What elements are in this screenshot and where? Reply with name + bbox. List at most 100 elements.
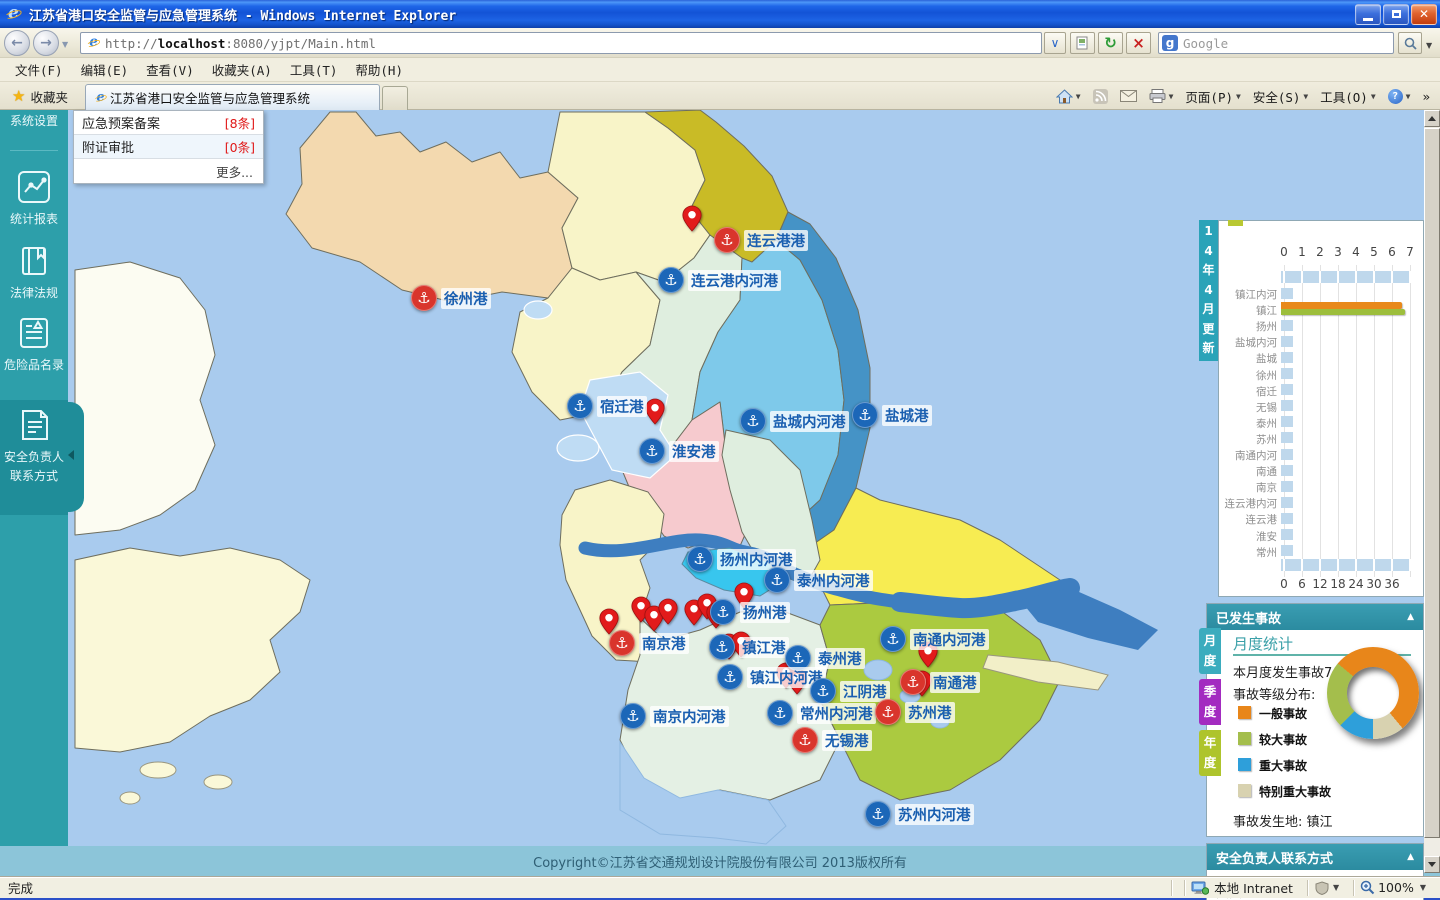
port-marker[interactable]: ⚓连云港港 <box>714 227 808 253</box>
menu-item-5[interactable]: 帮助(H) <box>346 57 412 82</box>
contact-panel-header[interactable]: 安全负责人联系方式 ▲ <box>1207 844 1423 870</box>
zoom-dropdown-icon[interactable]: ▼ <box>1420 883 1426 892</box>
port-marker[interactable]: ⚓镇江港 <box>709 634 789 660</box>
zero-stub-bar <box>1281 352 1293 363</box>
menu-item-4[interactable]: 工具(T) <box>281 57 347 82</box>
forward-button[interactable]: → <box>33 30 59 56</box>
menu-item-0[interactable]: 文件(F) <box>6 57 72 82</box>
chart-category-label: 南京 <box>1219 480 1277 495</box>
history-dropdown-icon[interactable]: ▼ <box>62 40 68 49</box>
map-pin-icon[interactable] <box>658 598 678 629</box>
page-viewport: ⚓徐州港⚓连云港港⚓连云港内河港⚓宿迁港⚓淮安港⚓盐城内河港⚓盐城港⚓扬州内河港… <box>0 110 1440 846</box>
address-dropdown-button[interactable]: ∨ <box>1044 32 1066 54</box>
zero-stub-bar <box>1281 497 1293 508</box>
map-pin-icon[interactable] <box>645 398 665 429</box>
read-mail-button[interactable] <box>1116 88 1141 104</box>
port-marker[interactable]: ⚓淮安港 <box>639 438 719 464</box>
sidebar-item-laws[interactable]: 法律法规 <box>0 244 68 301</box>
sidebar-item-safety-contact[interactable]: 安全负责人 联系方式 <box>0 408 68 484</box>
search-button[interactable] <box>1398 32 1422 54</box>
back-button[interactable]: ← <box>4 30 30 56</box>
home-icon <box>1056 89 1073 104</box>
restore-button[interactable] <box>1383 4 1409 25</box>
port-marker[interactable]: ⚓无锡港 <box>792 727 872 753</box>
map-pin-icon[interactable] <box>682 205 702 236</box>
port-marker[interactable]: ⚓南通港 <box>900 669 980 695</box>
compatibility-view-button[interactable] <box>1070 32 1095 54</box>
port-marker[interactable]: ⚓苏州港 <box>875 699 955 725</box>
anchor-icon: ⚓ <box>767 700 793 726</box>
update-tag: 14年4月更新 <box>1199 220 1218 361</box>
scroll-down-button[interactable] <box>1424 856 1440 873</box>
scrollbar-thumb[interactable] <box>1424 128 1440 838</box>
bar-bottom-series[interactable] <box>1281 309 1405 315</box>
scroll-up-button[interactable] <box>1424 110 1440 127</box>
broken-page-icon <box>1076 36 1090 50</box>
port-marker[interactable]: ⚓盐城港 <box>852 402 932 428</box>
protected-mode-icon[interactable] <box>1314 881 1330 895</box>
incident-tab-1[interactable]: 季度 <box>1199 679 1221 725</box>
refresh-button[interactable]: ↻ <box>1098 32 1123 54</box>
zero-stub-bar <box>1281 320 1293 331</box>
port-marker[interactable]: ⚓泰州内河港 <box>764 567 873 593</box>
port-marker[interactable]: ⚓盐城内河港 <box>740 408 849 434</box>
notice-row-1[interactable]: 附证审批[0条] <box>74 135 263 159</box>
sidebar-item-dangerous-goods[interactable]: 危险品名录 <box>0 316 68 373</box>
search-input[interactable]: g Google <box>1158 32 1394 54</box>
bar-top-series[interactable] <box>1281 302 1402 309</box>
bottom-axis-tick: 24 <box>1348 577 1363 591</box>
port-marker[interactable]: ⚓南京内河港 <box>620 703 729 729</box>
port-marker[interactable]: ⚓苏州内河港 <box>865 801 974 827</box>
sidebar-item-statistics[interactable]: 统计报表 <box>0 170 68 227</box>
port-marker[interactable]: ⚓徐州港 <box>411 285 491 311</box>
ie-logo-icon: e <box>5 5 23 23</box>
protected-mode-dropdown-icon[interactable]: ▼ <box>1333 883 1339 892</box>
menu-item-2[interactable]: 查看(V) <box>137 57 203 82</box>
port-marker[interactable]: ⚓宿迁港 <box>567 393 647 419</box>
home-button[interactable]: ▼ <box>1052 87 1085 106</box>
stop-button[interactable]: × <box>1126 32 1151 54</box>
favorites-button[interactable]: ★ 收藏夹 <box>4 85 76 107</box>
anchor-icon: ⚓ <box>880 626 906 652</box>
feeds-button[interactable] <box>1089 87 1112 106</box>
port-label: 盐城港 <box>882 405 932 426</box>
status-zoom-level[interactable]: 100% <box>1378 880 1414 895</box>
port-label: 宿迁港 <box>597 396 647 417</box>
menu-item-1[interactable]: 编辑(E) <box>72 57 138 82</box>
minimize-button[interactable] <box>1355 4 1381 25</box>
port-marker[interactable]: ⚓南通内河港 <box>880 626 989 652</box>
port-label: 苏州内河港 <box>895 804 974 825</box>
port-marker[interactable]: ⚓连云港内河港 <box>658 267 781 293</box>
chart-category-label: 镇江内河 <box>1219 287 1277 302</box>
sidebar-item-system-settings[interactable]: 系统设置 <box>0 112 68 129</box>
print-button[interactable]: ▼ <box>1145 87 1178 105</box>
incident-panel-header[interactable]: 已发生事故 ▲ <box>1207 604 1423 630</box>
incident-tab-0[interactable]: 月度 <box>1199 628 1221 674</box>
window-titlebar[interactable]: e 江苏省港口安全监管与应急管理系统 - Windows Internet Ex… <box>0 0 1440 28</box>
zoom-icon <box>1360 880 1375 895</box>
address-input[interactable]: e http://localhost:8080/yjpt/Main.html <box>80 32 1042 54</box>
help-menu-button[interactable]: ?▼ <box>1384 87 1415 106</box>
anchor-icon: ⚓ <box>714 227 740 253</box>
collapse-up-icon[interactable]: ▲ <box>1407 612 1414 622</box>
tools-menu-button[interactable]: 工具(O)▼ <box>1316 85 1379 108</box>
port-marker[interactable]: ⚓扬州港 <box>710 599 790 625</box>
collapse-up-icon[interactable]: ▲ <box>1407 852 1414 862</box>
port-marker[interactable]: ⚓南京港 <box>609 630 689 656</box>
notice-more-link[interactable]: 更多... <box>74 159 263 183</box>
toolbar-overflow-chevron[interactable]: » <box>1418 87 1434 106</box>
close-button[interactable]: ✕ <box>1411 4 1437 25</box>
menu-item-3[interactable]: 收藏夹(A) <box>203 57 281 82</box>
port-marker[interactable]: ⚓常州内河港 <box>767 700 876 726</box>
zero-stub-bar <box>1281 449 1293 460</box>
inactive-tab-stub[interactable] <box>382 86 408 110</box>
safety-menu-button[interactable]: 安全(S)▼ <box>1249 85 1312 108</box>
search-options-dropdown-icon[interactable]: ▼ <box>1426 41 1432 50</box>
page-menu-button[interactable]: 页面(P)▼ <box>1181 85 1244 108</box>
tab-active[interactable]: e 江苏省港口安全监管与应急管理系统 <box>85 84 380 110</box>
page-scrollbar[interactable] <box>1424 110 1440 873</box>
notice-row-0[interactable]: 应急预案备案[8条] <box>74 111 263 135</box>
incident-tab-2[interactable]: 年度 <box>1199 730 1221 776</box>
strip-gap <box>1337 271 1339 283</box>
zero-stub-bar <box>1281 545 1293 556</box>
